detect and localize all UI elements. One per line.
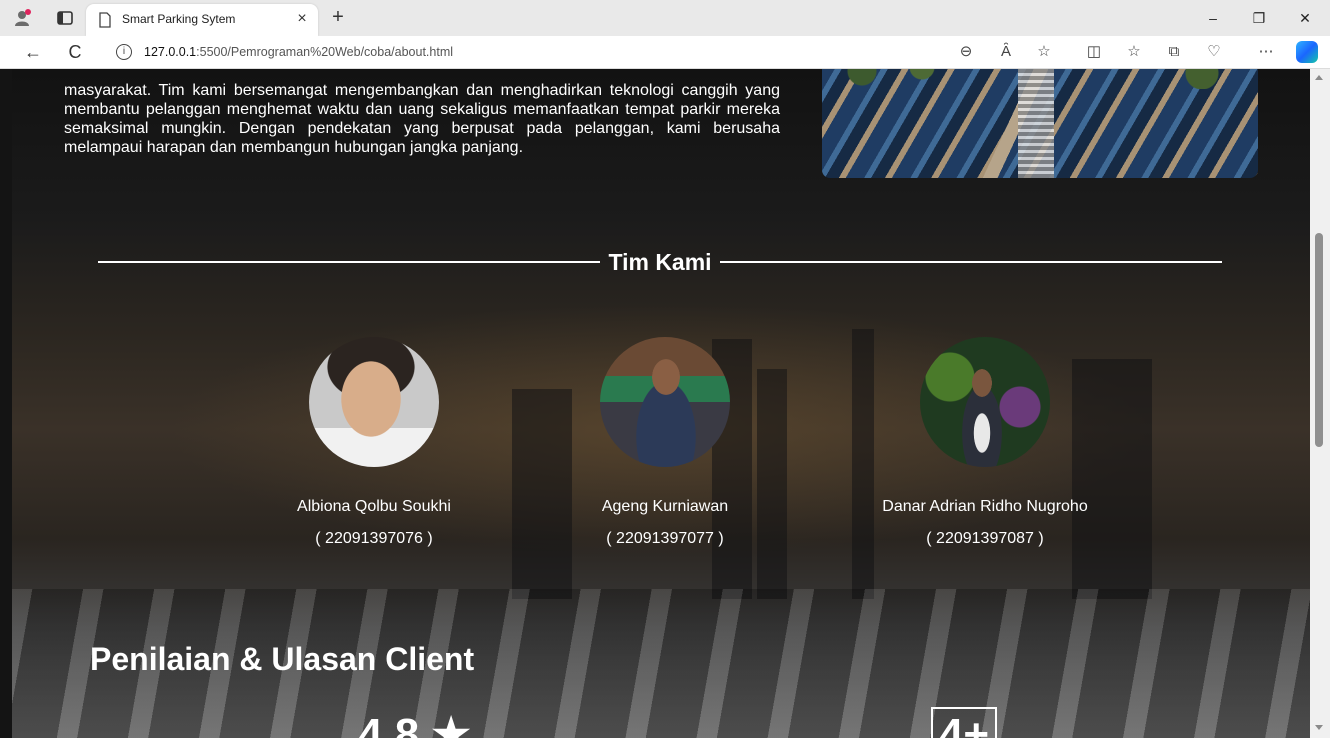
avatar — [920, 337, 1050, 467]
tab-title: Smart Parking Sytem — [122, 12, 236, 26]
team-member: Danar Adrian Ridho Nugroho ( 22091397087… — [855, 337, 1115, 549]
copilot-icon[interactable] — [1296, 41, 1318, 63]
photo-lane — [1018, 69, 1054, 178]
page-icon — [99, 12, 111, 28]
member-name: Albiona Qolbu Soukhi — [297, 498, 451, 515]
close-window-icon[interactable]: ✕ — [1282, 6, 1328, 30]
heading-line-left — [98, 261, 601, 263]
page-content: masyarakat. Tim kami bersemangat mengemb… — [12, 69, 1310, 738]
member-id: ( 22091397087 ) — [926, 530, 1044, 547]
split-screen-icon[interactable]: ◫ — [1084, 42, 1104, 62]
page-viewport: masyarakat. Tim kami bersemangat mengemb… — [0, 69, 1330, 738]
heading-line-right — [719, 261, 1223, 263]
more-icon[interactable]: ⋯ — [1256, 42, 1276, 62]
refresh-icon[interactable]: C — [64, 41, 86, 63]
favorite-icon[interactable]: ☆ — [1034, 42, 1054, 62]
reviews-title: Penilaian & Ulasan Client — [90, 641, 475, 677]
browser-essentials-icon[interactable]: ♡ — [1204, 42, 1224, 62]
tab-bar: Smart Parking Sytem × + – ❐ ✕ — [0, 0, 1330, 36]
avatar — [600, 337, 730, 467]
avatar — [309, 337, 439, 467]
collections-icon[interactable]: ⧉ — [1164, 42, 1184, 62]
info-icon[interactable]: i — [116, 44, 132, 60]
member-name: Danar Adrian Ridho Nugroho — [882, 498, 1088, 515]
minimize-icon[interactable]: – — [1190, 6, 1236, 30]
favorites-icon[interactable]: ☆ — [1124, 42, 1144, 62]
browser-tab[interactable]: Smart Parking Sytem × — [86, 4, 318, 36]
back-icon[interactable]: ← — [22, 41, 44, 63]
url-host: 127.0.0.1 — [144, 45, 197, 59]
parking-lot-photo — [822, 69, 1258, 178]
member-name: Ageng Kurniawan — [601, 498, 729, 515]
restore-icon[interactable]: ❐ — [1236, 6, 1282, 30]
team-member: Ageng Kurniawan ( 22091397077 ) — [535, 337, 795, 549]
rating-score: 4.8 ★ — [358, 710, 471, 738]
team-heading-title: Tim Kami — [608, 248, 712, 275]
team-heading: Tim Kami — [98, 247, 1223, 277]
profile-icon[interactable] — [12, 8, 32, 28]
scroll-thumb[interactable] — [1315, 233, 1323, 447]
tab-actions-icon[interactable] — [56, 9, 74, 27]
close-tab-icon[interactable]: × — [294, 11, 310, 27]
read-aloud-icon[interactable]: Ȃ — [996, 42, 1016, 62]
member-id: ( 22091397076 ) — [315, 530, 433, 547]
address-bar[interactable]: i 127.0.0.1 :5500/Pemrograman%20Web/coba… — [116, 39, 976, 65]
about-paragraph: masyarakat. Tim kami bersemangat mengemb… — [64, 82, 780, 156]
scroll-up-arrow-icon[interactable] — [1315, 75, 1323, 80]
review-count-badge: 4+ — [931, 707, 997, 738]
url-path: :5500/Pemrograman%20Web/coba/about.html — [196, 45, 454, 59]
zoom-out-icon[interactable]: ⊖ — [956, 42, 976, 62]
scroll-down-arrow-icon[interactable] — [1315, 725, 1323, 730]
member-id: ( 22091397077 ) — [606, 530, 724, 547]
new-tab-icon[interactable]: + — [328, 7, 348, 27]
page-scrollbar[interactable] — [1310, 69, 1330, 738]
browser-toolbar: ← C i 127.0.0.1 :5500/Pemrograman%20Web/… — [0, 36, 1330, 69]
team-member: Albiona Qolbu Soukhi ( 22091397076 ) — [244, 337, 504, 549]
